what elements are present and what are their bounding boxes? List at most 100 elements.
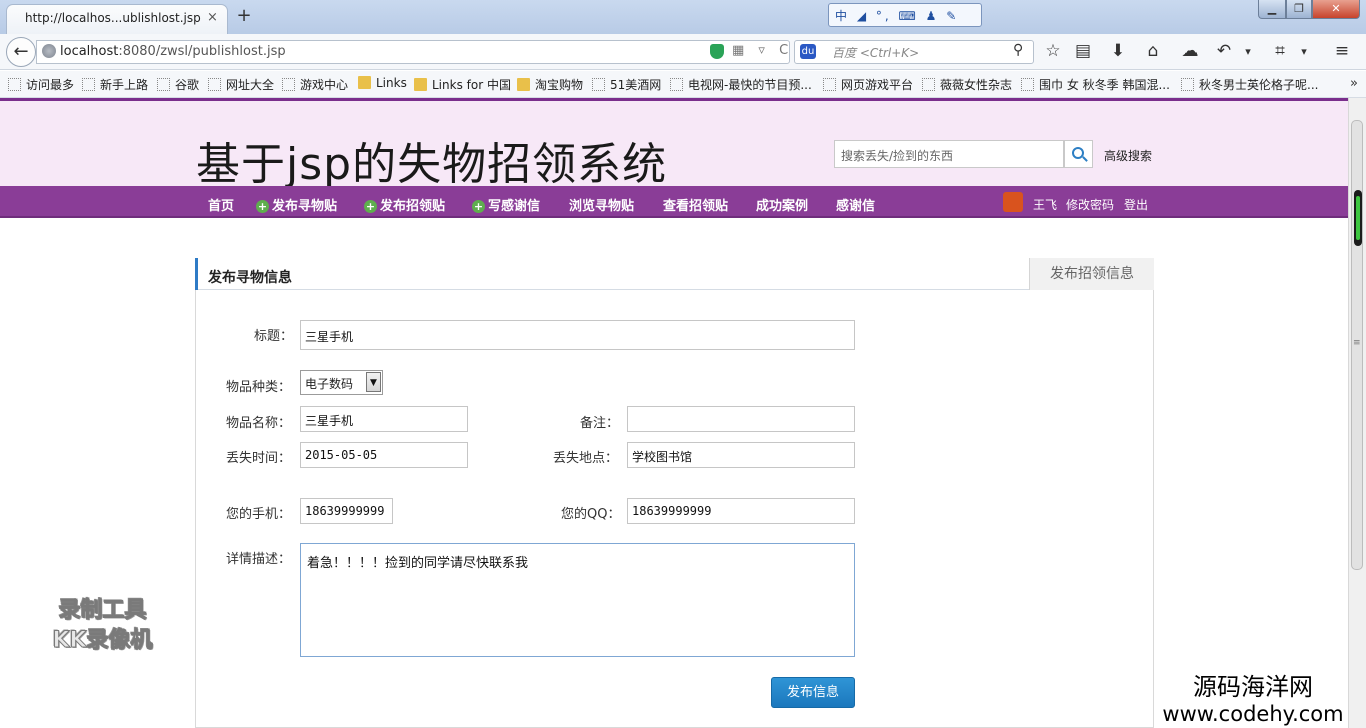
page-icon: [82, 78, 95, 91]
bookmark-item[interactable]: 游戏中心: [282, 76, 348, 93]
menu-label: 发布寻物贴: [272, 199, 338, 214]
menu-success-cases[interactable]: 成功案例: [756, 195, 808, 214]
bookmark-label: 围巾 女 秋冬季 韩国混...: [1039, 78, 1170, 92]
undo-icon[interactable]: ↶: [1214, 41, 1234, 61]
tab-title: http://localhos...ublishlost.jsp: [25, 11, 201, 25]
download-icon[interactable]: ⬇: [1108, 41, 1128, 61]
menu-thanks-letters[interactable]: 感谢信: [836, 195, 875, 214]
search-bar-placeholder: 百度 <Ctrl+K>: [832, 46, 920, 60]
new-tab-button[interactable]: +: [234, 5, 254, 27]
remark-input[interactable]: [627, 406, 855, 432]
category-label: 物品种类：: [226, 380, 292, 395]
site-search-input[interactable]: 搜索丢失/捡到的东西: [834, 140, 1064, 168]
menu-view-found[interactable]: 查看招领贴: [663, 195, 728, 214]
lost-place-label: 丢失地点：: [553, 451, 619, 466]
chat-icon[interactable]: ☁: [1180, 41, 1200, 61]
user-name[interactable]: 王飞: [1033, 196, 1057, 213]
bookmark-item[interactable]: 新手上路: [82, 76, 148, 93]
bookmark-item[interactable]: 淘宝购物: [517, 76, 583, 93]
description-textarea[interactable]: 着急！！！！捡到的同学请尽快联系我: [300, 543, 855, 657]
chevron-down-icon[interactable]: ▼: [366, 372, 381, 392]
plus-icon: +: [364, 200, 377, 213]
url-text[interactable]: localhost:8080/zwsl/publishlost.jsp: [60, 44, 286, 59]
bookmark-item[interactable]: 访问最多: [8, 76, 74, 93]
recorder-watermark-line2: KK录像机: [52, 628, 153, 654]
bookmark-item[interactable]: 电视网-最快的节目预...: [670, 76, 812, 93]
title-input[interactable]: 三星手机: [300, 320, 855, 350]
item-name-input[interactable]: 三星手机: [300, 406, 468, 432]
lost-time-input[interactable]: 2015-05-05: [300, 442, 468, 468]
browser-tab[interactable]: http://localhos...ublishlost.jsp: [6, 4, 228, 34]
bookmark-item[interactable]: 网页游戏平台: [823, 76, 913, 93]
home-icon[interactable]: ⌂: [1143, 41, 1163, 61]
site-identity-icon[interactable]: [42, 44, 56, 58]
menu-publish-found[interactable]: + 发布招领贴: [364, 195, 445, 214]
menu-browse-lost[interactable]: 浏览寻物贴: [569, 195, 634, 214]
page-icon: [1181, 78, 1194, 91]
page-icon: [922, 78, 935, 91]
bookmark-item[interactable]: Links for 中国: [414, 76, 511, 93]
back-button[interactable]: ←: [6, 37, 36, 67]
phone-label: 您的手机：: [226, 507, 292, 522]
tab-publish-found[interactable]: 发布招领信息: [1029, 258, 1154, 290]
bookmarks-more-icon[interactable]: »: [1350, 76, 1358, 91]
undo-dropdown-icon[interactable]: ▾: [1243, 45, 1253, 58]
bookmark-label: 访问最多: [26, 78, 75, 92]
folder-icon: [414, 78, 427, 91]
form-title: 发布寻物信息: [208, 270, 292, 286]
page-icon: [670, 78, 683, 91]
site-search-button[interactable]: [1064, 140, 1093, 168]
page-icon: [282, 78, 295, 91]
menu-label: 首页: [208, 199, 235, 214]
menu-icon[interactable]: ≡: [1332, 41, 1352, 61]
menu-label: 查看招领贴: [663, 199, 729, 214]
bookmark-item[interactable]: 51美酒网: [592, 76, 661, 93]
search-icon-handle: [1082, 156, 1088, 162]
change-password-link[interactable]: 修改密码: [1066, 196, 1114, 213]
bookmark-item[interactable]: 网址大全: [208, 76, 274, 93]
ime-toolbar[interactable]: 中 ◢ °, ⌨ ♟ ✎: [828, 3, 982, 27]
phone-input[interactable]: 18639999999: [300, 498, 393, 524]
title-label: 标题：: [254, 329, 294, 344]
description-label: 详情描述：: [226, 552, 292, 567]
maximize-button[interactable]: ❐: [1286, 0, 1312, 19]
screenshot-dropdown-icon[interactable]: ▾: [1299, 45, 1309, 58]
bookmark-item[interactable]: 围巾 女 秋冬季 韩国混...: [1021, 76, 1170, 93]
bookmark-item[interactable]: 薇薇女性杂志: [922, 76, 1012, 93]
tab-close-icon[interactable]: ×: [207, 10, 218, 25]
search-go-icon[interactable]: ⚲: [1013, 42, 1023, 58]
menu-label: 浏览寻物贴: [569, 199, 635, 214]
publish-button[interactable]: 发布信息: [771, 677, 855, 708]
bookmark-item[interactable]: Links: [358, 76, 407, 90]
baidu-icon[interactable]: du: [800, 44, 816, 59]
bookmark-star-icon[interactable]: ☆: [1043, 41, 1063, 61]
page-icon: [157, 78, 170, 91]
bookmark-item[interactable]: 谷歌: [157, 76, 199, 93]
url-actions-icons[interactable]: ▦ ▿ C: [732, 43, 793, 58]
advanced-search-link[interactable]: 高级搜索: [1104, 147, 1152, 164]
menu-home[interactable]: 首页: [208, 195, 234, 214]
page-icon: [823, 78, 836, 91]
page-icon: [208, 78, 221, 91]
shield-icon[interactable]: [710, 44, 724, 59]
close-window-button[interactable]: ✕: [1312, 0, 1360, 19]
form-card-accent: [195, 258, 198, 290]
menu-label: 写感谢信: [488, 199, 541, 214]
site-watermark-name: 源码海洋网: [1193, 673, 1313, 701]
scrollbar-grip-icon: ≡: [1353, 338, 1361, 348]
bookmark-label: 网址大全: [226, 78, 275, 92]
lost-place-input[interactable]: 学校图书馆: [627, 442, 855, 468]
reading-list-icon[interactable]: ▤: [1073, 41, 1093, 61]
bookmark-label: 薇薇女性杂志: [940, 78, 1013, 92]
minimize-button[interactable]: ▁: [1258, 0, 1286, 19]
menu-label: 感谢信: [836, 199, 876, 214]
screenshot-icon[interactable]: ⌗: [1270, 41, 1290, 61]
window-controls: ▁ ❐ ✕: [1258, 0, 1362, 20]
logout-link[interactable]: 登出: [1124, 196, 1148, 213]
menu-publish-lost[interactable]: + 发布寻物贴: [256, 195, 337, 214]
remark-label: 备注：: [580, 416, 620, 431]
qq-input[interactable]: 18639999999: [627, 498, 855, 524]
bookmark-label: 淘宝购物: [535, 78, 584, 92]
menu-write-thanks[interactable]: + 写感谢信: [472, 195, 540, 214]
bookmark-item[interactable]: 秋冬男士英伦格子呢...: [1181, 76, 1318, 93]
